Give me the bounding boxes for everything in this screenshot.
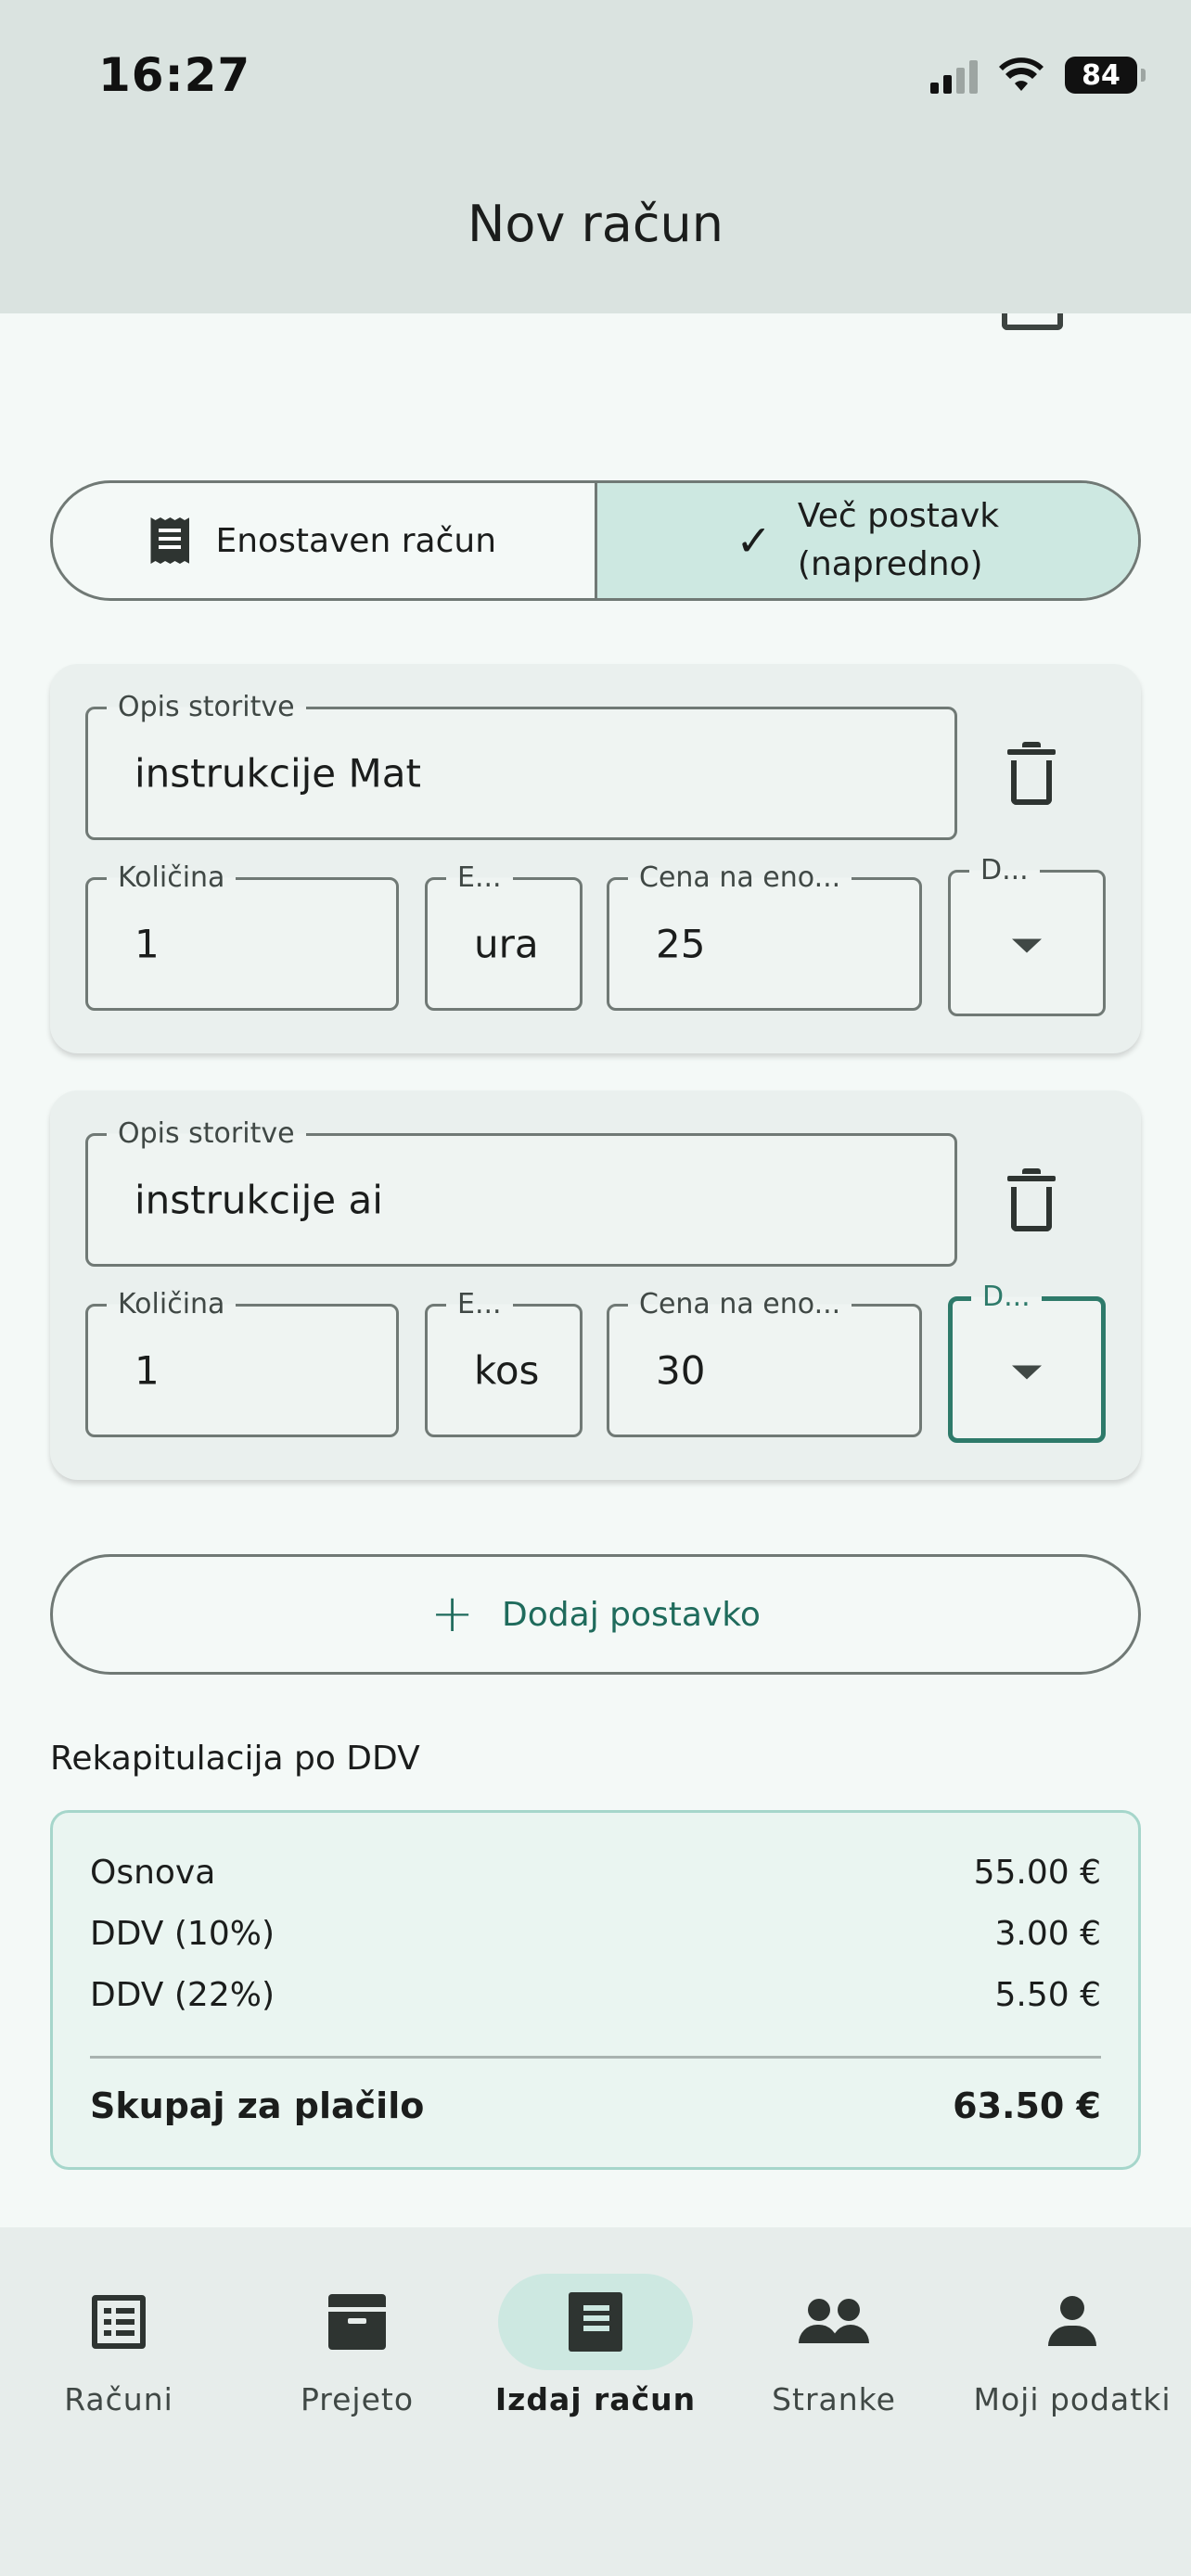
unit-value: ura — [474, 921, 539, 967]
people-icon — [799, 2299, 869, 2345]
wifi-icon — [999, 57, 1044, 91]
nav-item-clients[interactable]: Stranke — [715, 2274, 953, 2417]
recap-row: Osnova 55.00 € — [90, 1854, 1101, 1892]
archive-icon — [328, 2294, 386, 2350]
unit-label: E... — [446, 861, 513, 894]
nav-label: Stranke — [772, 2381, 896, 2417]
mode-toggle: Enostaven račun ✓ Več postavk (napredno) — [50, 480, 1141, 601]
nav-item-my-data[interactable]: Moji podatki — [954, 2274, 1191, 2417]
advanced-label-line2: (napredno) — [797, 545, 983, 583]
status-icons: 84 — [930, 52, 1146, 98]
price-field[interactable]: Cena na eno... 30 — [607, 1288, 922, 1437]
recap-label: DDV (22%) — [90, 1976, 275, 2014]
vat-dropdown[interactable]: D... — [948, 854, 1106, 1016]
recap-value: 3.00 € — [994, 1915, 1101, 1953]
quantity-value: 1 — [134, 921, 160, 967]
description-value: instrukcije Mat — [134, 750, 421, 797]
price-label: Cena na eno... — [628, 861, 852, 894]
total-value: 63.50 € — [953, 2085, 1101, 2126]
receipt-icon — [150, 517, 190, 564]
total-label: Skupaj za plačilo — [90, 2085, 425, 2126]
quantity-label: Količina — [107, 861, 237, 894]
nav-item-received[interactable]: Prejeto — [238, 2274, 476, 2417]
recap-value: 5.50 € — [994, 1976, 1101, 2014]
recap-row: DDV (22%) 5.50 € — [90, 1976, 1101, 2014]
vat-dropdown[interactable]: D... — [948, 1281, 1106, 1443]
simple-invoice-option[interactable]: Enostaven račun — [53, 483, 595, 598]
nav-item-invoices[interactable]: Računi — [0, 2274, 237, 2417]
vat-label: D... — [969, 854, 1040, 886]
check-icon: ✓ — [736, 516, 772, 566]
recap-divider — [90, 2056, 1101, 2059]
nav-label: Računi — [64, 2381, 173, 2417]
description-value: instrukcije ai — [134, 1177, 383, 1223]
item-card: Opis storitve instrukcije ai Količina 1 … — [50, 1090, 1141, 1480]
price-value: 25 — [656, 921, 706, 967]
unit-label: E... — [446, 1288, 513, 1320]
battery-icon: 84 — [1065, 57, 1146, 94]
nav-item-issue-invoice[interactable]: Izdaj račun — [477, 2274, 714, 2417]
description-field[interactable]: Opis storitve instrukcije ai — [85, 1117, 957, 1267]
trash-icon[interactable] — [1007, 742, 1056, 805]
quantity-field[interactable]: Količina 1 — [85, 861, 399, 1011]
receipt-icon — [569, 2292, 622, 2352]
description-label: Opis storitve — [107, 691, 306, 723]
unit-field[interactable]: E... kos — [425, 1288, 583, 1437]
chevron-down-icon — [1012, 1365, 1042, 1380]
recap-box: Osnova 55.00 € DDV (10%) 3.00 € DDV (22%… — [50, 1810, 1141, 2170]
person-icon — [1046, 2296, 1098, 2348]
price-value: 30 — [656, 1347, 706, 1394]
app-header: 16:27 84 Nov račun — [0, 0, 1191, 313]
list-icon — [92, 2295, 146, 2349]
chevron-down-icon — [1012, 938, 1042, 953]
trash-icon[interactable] — [1007, 1168, 1056, 1231]
recap-value: 55.00 € — [973, 1854, 1101, 1892]
unit-field[interactable]: E... ura — [425, 861, 583, 1011]
quantity-label: Količina — [107, 1288, 237, 1320]
simple-invoice-label: Enostaven račun — [215, 521, 497, 560]
bottom-nav: Računi Prejeto Izdaj račun Stranke Moji … — [0, 2227, 1191, 2576]
nav-label: Prejeto — [300, 2381, 415, 2417]
recap-row: DDV (10%) 3.00 € — [90, 1915, 1101, 1953]
recap-total-row: Skupaj za plačilo 63.50 € — [90, 2085, 1101, 2126]
recap-label: Osnova — [90, 1854, 216, 1892]
nav-label: Moji podatki — [973, 2381, 1172, 2417]
price-field[interactable]: Cena na eno... 25 — [607, 861, 922, 1011]
description-label: Opis storitve — [107, 1117, 306, 1150]
price-label: Cena na eno... — [628, 1288, 852, 1320]
status-time: 16:27 — [98, 48, 251, 102]
item-card: Opis storitve instrukcije Mat Količina 1… — [50, 664, 1141, 1053]
description-field[interactable]: Opis storitve instrukcije Mat — [85, 691, 957, 840]
plus-icon: + — [430, 1584, 475, 1644]
advanced-invoice-label: Več postavk (napredno) — [798, 492, 999, 589]
recap-label: DDV (10%) — [90, 1915, 275, 1953]
signal-icon — [930, 57, 978, 94]
advanced-label-line1: Več postavk — [797, 497, 1000, 535]
advanced-invoice-option[interactable]: ✓ Več postavk (napredno) — [594, 483, 1138, 598]
battery-level: 84 — [1082, 58, 1121, 92]
quantity-value: 1 — [134, 1347, 160, 1394]
vat-label: D... — [971, 1281, 1042, 1313]
nav-label: Izdaj račun — [494, 2381, 697, 2417]
recap-title: Rekapitulacija po DDV — [50, 1740, 420, 1778]
add-item-label: Dodaj postavko — [502, 1595, 761, 1634]
unit-value: kos — [474, 1347, 540, 1394]
quantity-field[interactable]: Količina 1 — [85, 1288, 399, 1437]
page-title: Nov račun — [467, 195, 724, 253]
add-item-button[interactable]: + Dodaj postavko — [50, 1554, 1141, 1675]
